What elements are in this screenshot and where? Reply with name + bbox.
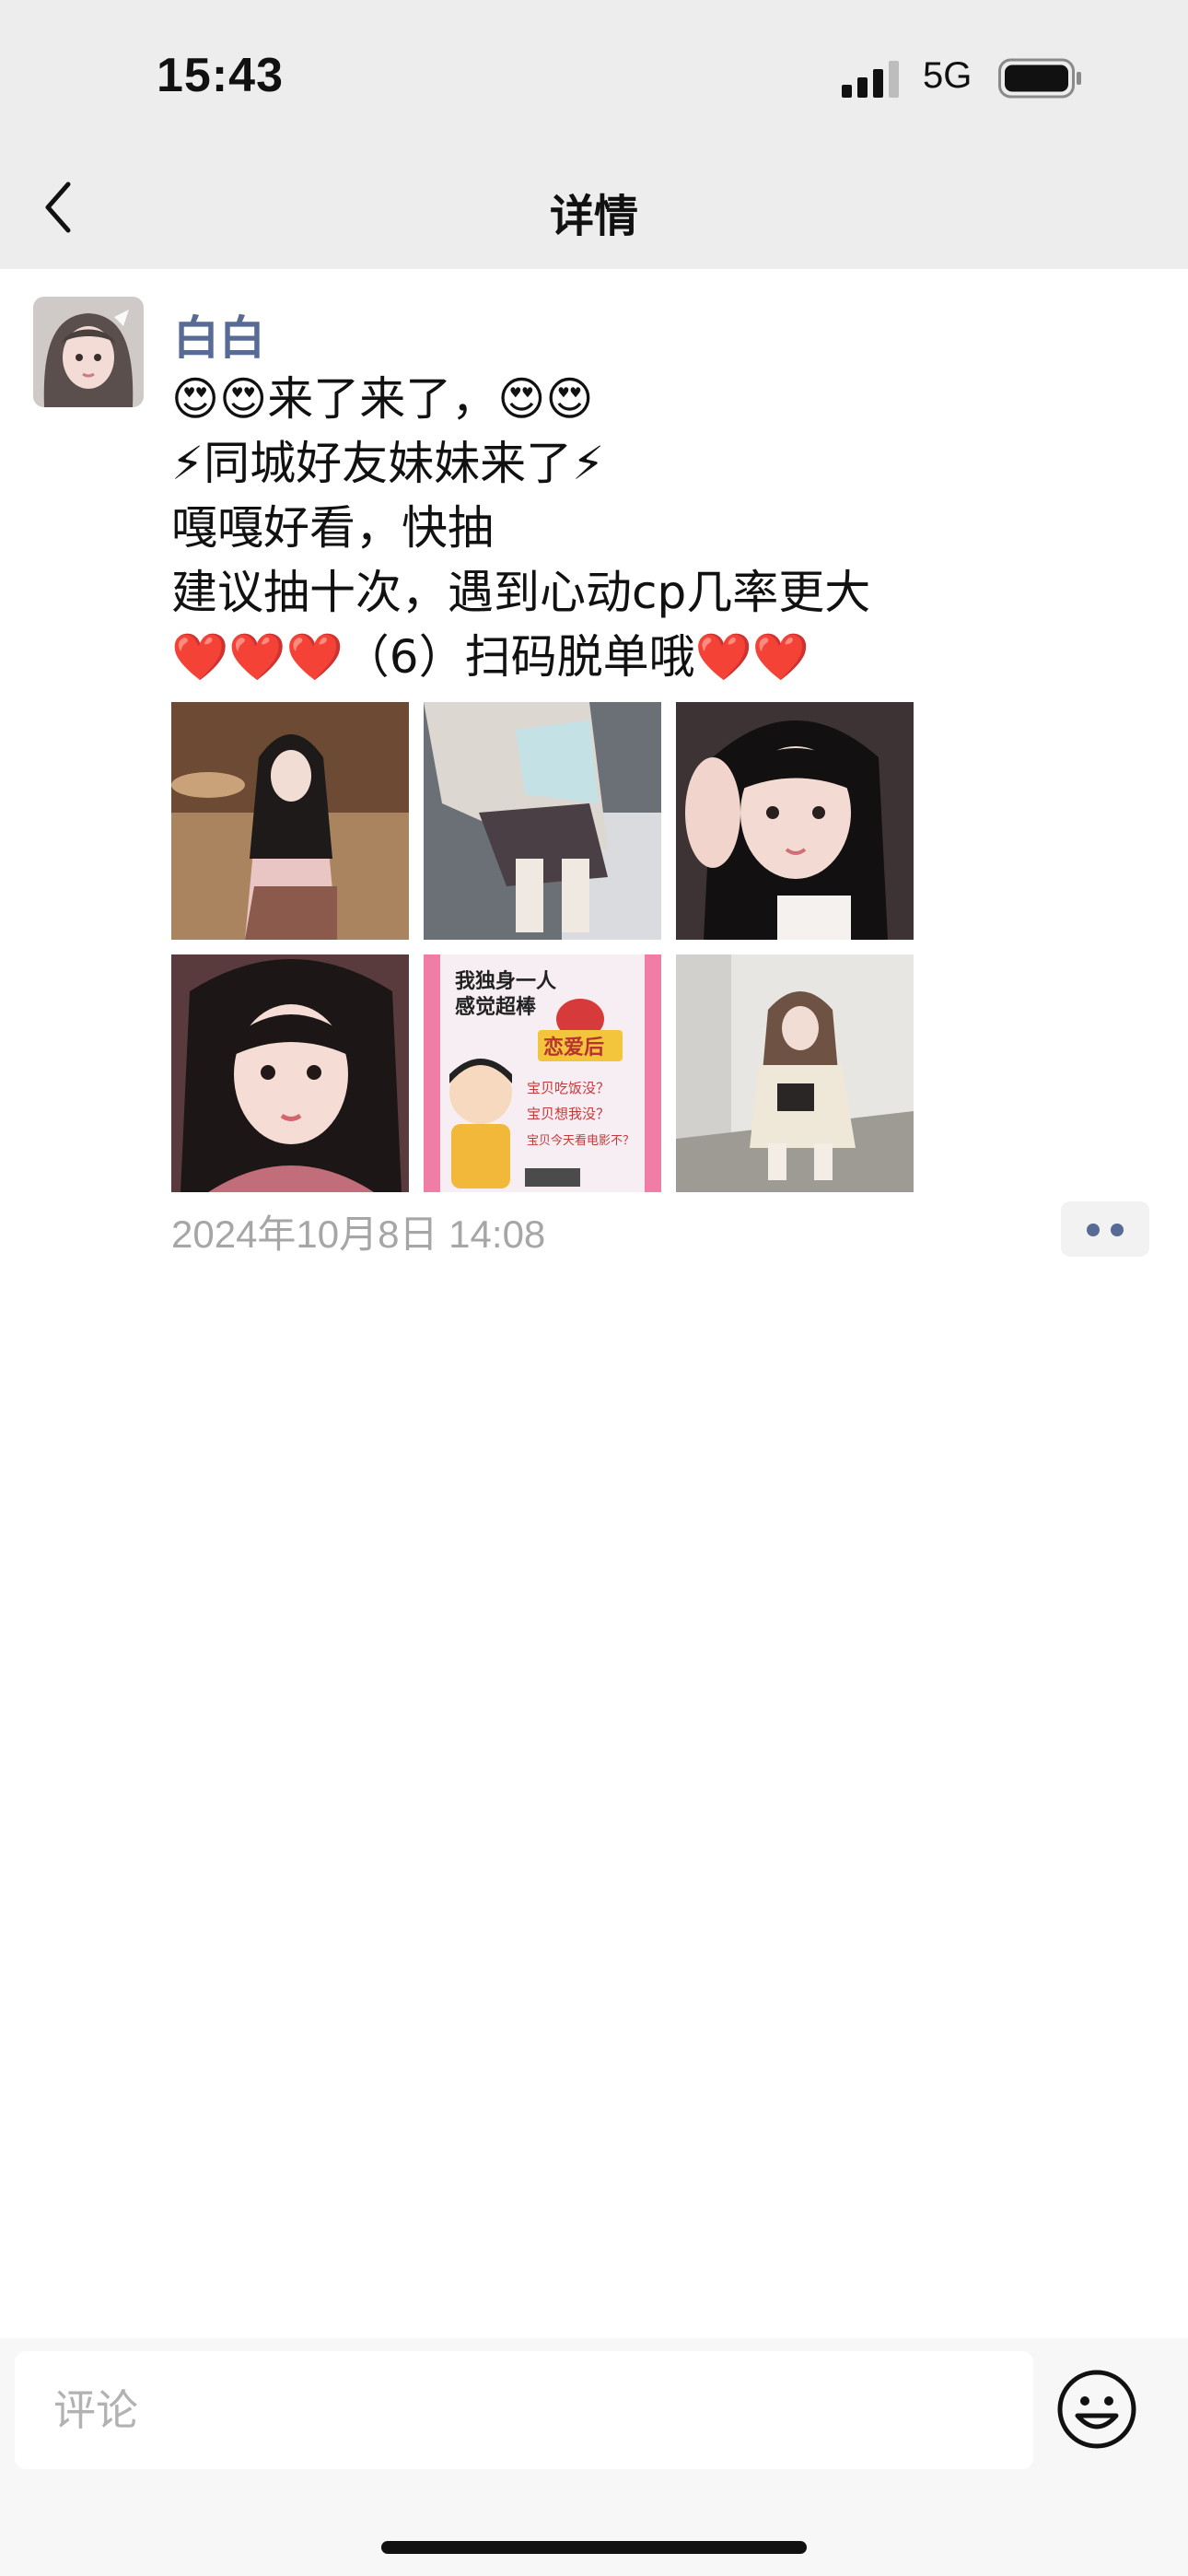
battery-icon [998,58,1081,99]
author-name[interactable]: 白白 [173,301,265,368]
post-image-poster[interactable]: 我独身一人 感觉超棒 恋爱后 宝贝吃饭没？ 宝贝想我没？ 宝贝今天看电影不？ [424,954,661,1192]
more-dots-icon[interactable] [1061,1201,1149,1257]
poster-text: 感觉超棒 [455,995,537,1019]
post-timestamp: 2024年10月8日 14:08 [171,1212,546,1256]
post-text: 😍😍来了来了，😍😍 ⚡同城好友妹妹来了⚡ 嘎嘎好看，快抽 建议抽十次，遇到心动c… [171,367,1129,689]
smiley-icon[interactable] [1055,2368,1138,2451]
post-image[interactable] [424,702,661,940]
post-line: ❤️❤️❤️（6）扫码脱单哦❤️❤️ [171,630,810,684]
header-bar: 15:43 5G 详情 [0,0,1188,269]
poster-text: 宝贝今天看电影不？ [527,1133,635,1148]
comment-input[interactable] [15,2351,1033,2469]
post-line: 嘎嘎好看，快抽 [171,501,494,555]
post-image[interactable] [171,954,409,1192]
post-line: ⚡同城好友妹妹来了⚡ [171,437,605,490]
signal-icon [842,61,899,98]
home-indicator[interactable] [381,2541,807,2554]
poster-text: 宝贝想我没？ [527,1106,610,1122]
page-title: 详情 [549,191,638,242]
post-image[interactable] [676,954,914,1192]
poster-text: 恋爱后 [543,1036,604,1060]
post-line: 😍😍来了来了，😍😍 [171,372,594,426]
post-image[interactable] [676,702,914,940]
poster-text: 宝贝吃饭没？ [527,1080,610,1096]
avatar[interactable] [33,297,144,407]
poster-text: 我独身一人 [455,969,556,993]
status-time: 15:43 [157,49,284,102]
post-image[interactable] [171,702,409,940]
post-line: 建议抽十次，遇到心动cp几率更大 [171,566,871,619]
network-label: 5G [923,55,973,96]
